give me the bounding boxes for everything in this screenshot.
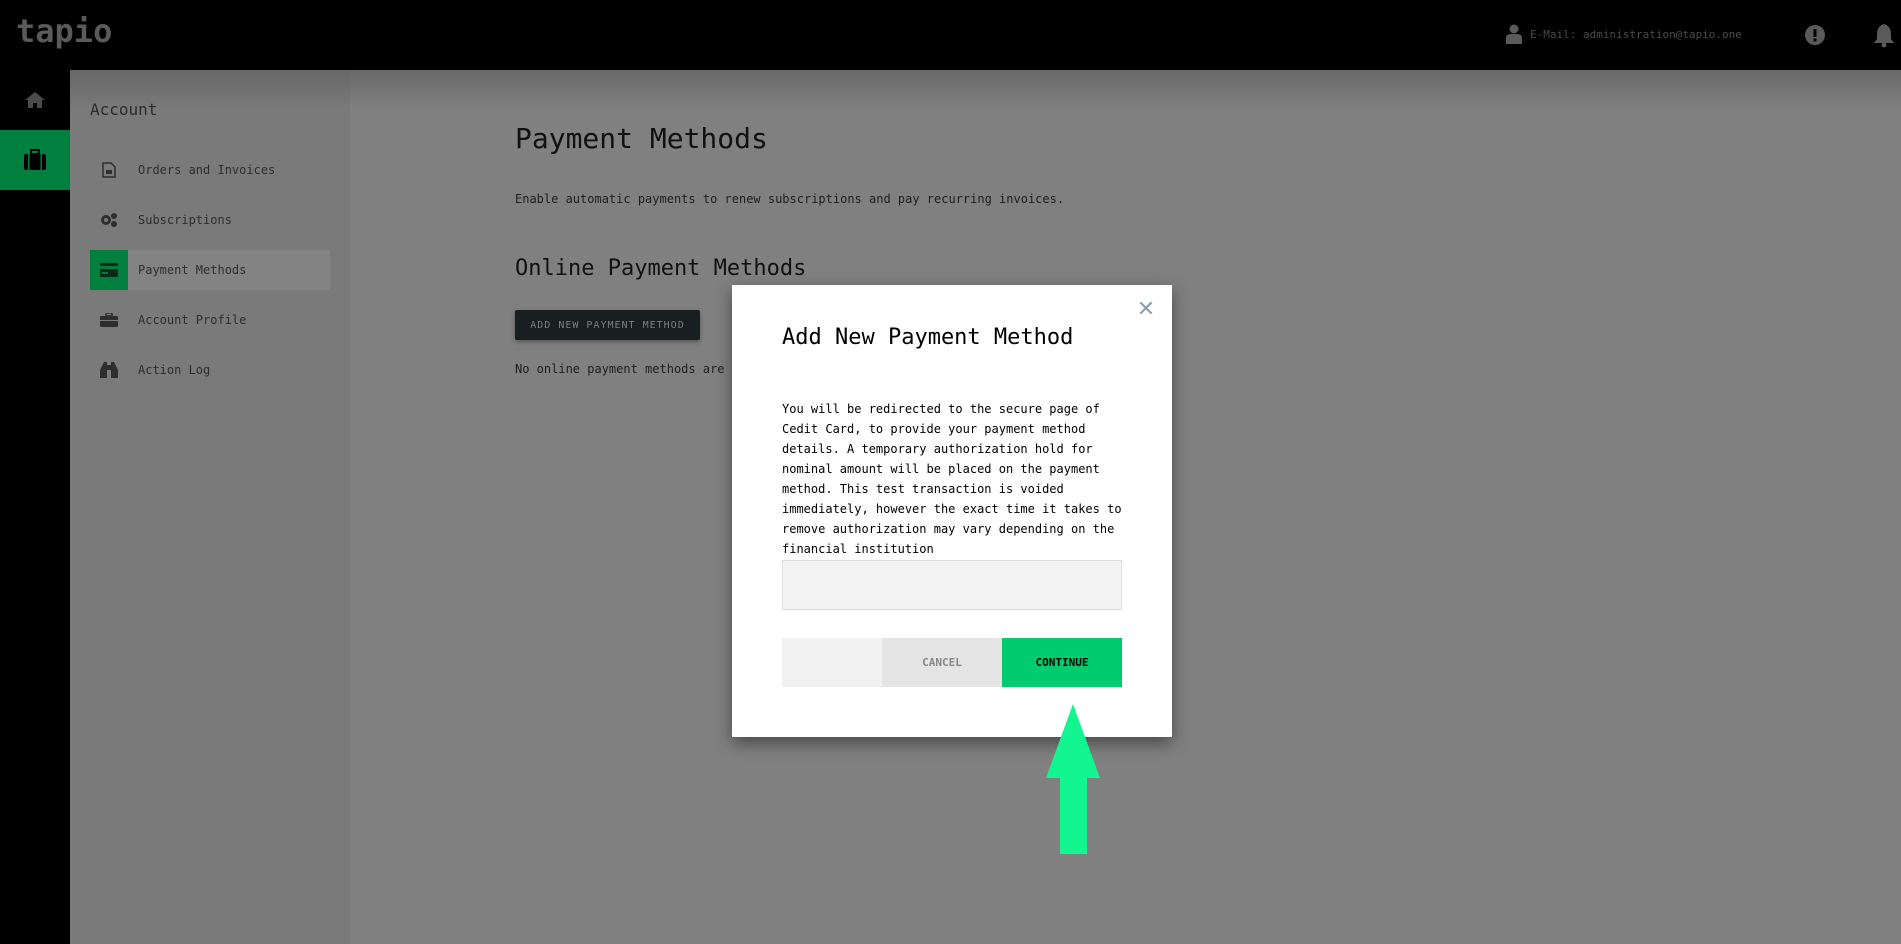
sidebar-item-label: Subscriptions — [138, 213, 232, 227]
payment-details-field[interactable] — [782, 560, 1122, 610]
sidebar: Account Orders and Invoices Subscription… — [70, 70, 350, 944]
home-icon — [25, 92, 45, 108]
sidebar-item-label: Account Profile — [138, 313, 247, 327]
briefcase-icon — [90, 300, 128, 340]
arrow-shape — [1046, 704, 1100, 854]
user-email: E-Mail: administration@tapio.one — [1530, 27, 1742, 41]
close-icon[interactable]: ✕ — [1134, 298, 1158, 322]
icon-rail — [0, 70, 70, 944]
page-title: Payment Methods — [515, 122, 768, 155]
sidebar-item-action-log[interactable]: Action Log — [90, 350, 330, 390]
sidebar-item-account-profile[interactable]: Account Profile — [90, 300, 330, 340]
user-info[interactable]: E-Mail: administration@tapio.one — [1506, 24, 1742, 44]
bell-icon[interactable] — [1873, 22, 1895, 48]
user-icon — [1506, 24, 1522, 44]
section-title: Online Payment Methods — [515, 256, 807, 281]
add-payment-method-modal: ✕ Add New Payment Method You will be red… — [732, 285, 1172, 737]
page-description: Enable automatic payments to renew subsc… — [515, 192, 1065, 206]
binoculars-icon — [90, 350, 128, 390]
arrow-up-icon — [1046, 704, 1100, 854]
top-header: tapio E-Mail: administration@tapio.one — [0, 0, 1901, 70]
empty-state-note: No online payment methods are s — [515, 362, 739, 376]
rail-item-account[interactable] — [0, 130, 70, 190]
add-new-payment-method-button[interactable]: ADD NEW PAYMENT METHOD — [515, 310, 700, 340]
credit-card-icon — [90, 250, 128, 290]
sidebar-title: Account — [90, 100, 158, 119]
sidebar-item-subscriptions[interactable]: Subscriptions — [90, 200, 330, 240]
rail-item-home[interactable] — [0, 70, 70, 130]
cancel-button[interactable]: CANCEL — [882, 638, 1002, 687]
sidebar-item-label: Payment Methods — [138, 263, 247, 277]
modal-description: You will be redirected to the secure pag… — [782, 402, 1122, 556]
continue-button[interactable]: CONTINUE — [1002, 638, 1122, 687]
button-bar-spacer — [782, 638, 882, 687]
sidebar-item-label: Orders and Invoices — [138, 163, 276, 177]
sidebar-item-label: Action Log — [138, 363, 211, 377]
logo[interactable]: tapio — [16, 12, 112, 50]
document-icon — [90, 150, 128, 190]
modal-title: Add New Payment Method — [782, 325, 1074, 350]
alert-icon[interactable] — [1804, 24, 1826, 46]
sidebar-item-payment-methods[interactable]: Payment Methods — [90, 250, 330, 290]
sidebar-item-orders-and-invoices[interactable]: Orders and Invoices — [90, 150, 330, 190]
gears-icon — [90, 200, 128, 240]
briefcase-icon — [24, 149, 46, 170]
